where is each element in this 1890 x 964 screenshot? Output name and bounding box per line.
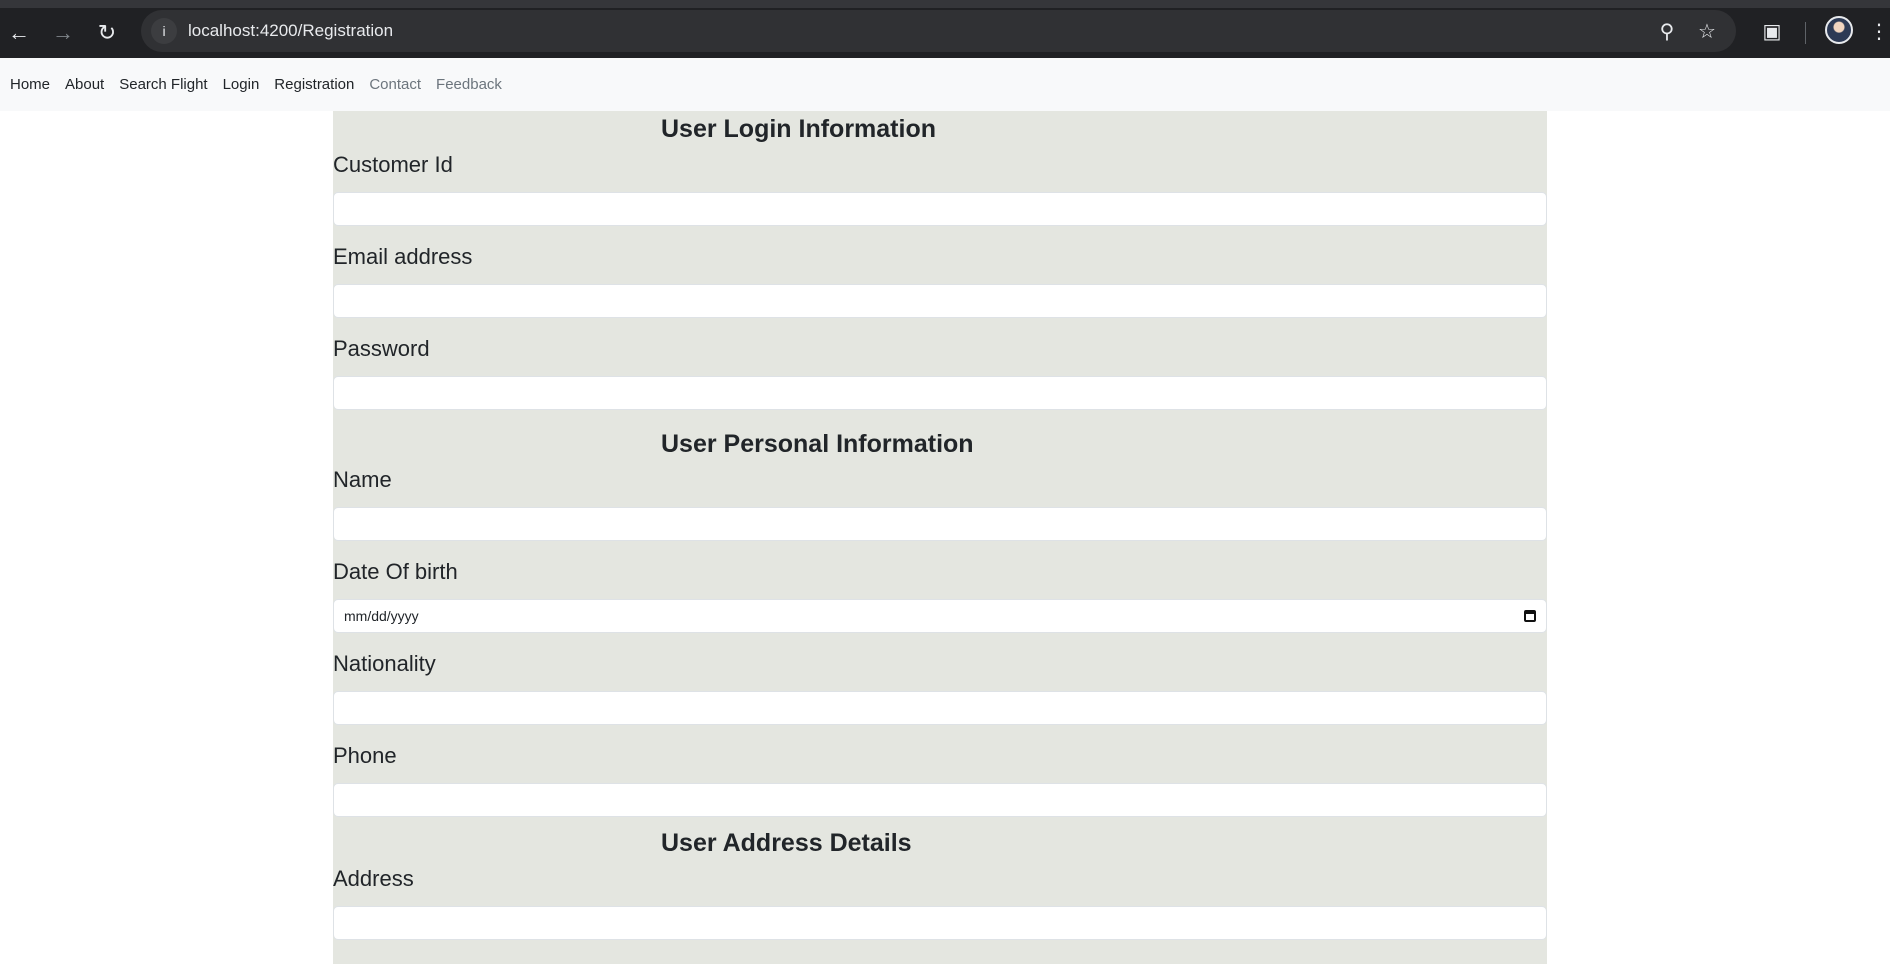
site-info-icon[interactable]: i <box>151 18 177 44</box>
password-input[interactable] <box>333 376 1547 410</box>
nav-link-about[interactable]: About <box>65 76 104 93</box>
email-input[interactable] <box>333 284 1547 318</box>
nav-link-login[interactable]: Login <box>223 76 260 93</box>
browser-toolbar: ← → ↻ i localhost:4200/Registration ⚲ ☆ … <box>0 0 1890 58</box>
dob-placeholder: mm/dd/yyyy <box>344 608 419 624</box>
customer-id-label: Customer Id <box>333 152 453 177</box>
nav-link-feedback[interactable]: Feedback <box>436 76 502 93</box>
nav-link-home[interactable]: Home <box>10 76 50 93</box>
name-input[interactable] <box>333 507 1547 541</box>
calendar-icon[interactable] <box>1524 610 1536 622</box>
app-navbar: Home About Search Flight Login Registrat… <box>0 58 1890 111</box>
name-label: Name <box>333 467 392 492</box>
forward-arrow-icon[interactable]: → <box>46 16 80 50</box>
address-input[interactable] <box>333 906 1547 940</box>
dob-label: Date Of birth <box>333 559 458 584</box>
login-section-title: User Login Information <box>661 115 936 143</box>
address-section-title: User Address Details <box>661 829 912 857</box>
bookmark-star-icon[interactable]: ☆ <box>1694 18 1720 44</box>
dob-input[interactable]: mm/dd/yyyy <box>333 599 1547 633</box>
nationality-label: Nationality <box>333 651 436 676</box>
nationality-input[interactable] <box>333 691 1547 725</box>
email-label: Email address <box>333 244 473 269</box>
phone-input[interactable] <box>333 783 1547 817</box>
back-arrow-icon[interactable]: ← <box>2 16 36 50</box>
registration-form: User Login Information Customer Id Email… <box>333 111 1547 964</box>
menu-icon[interactable]: ⋮ <box>1869 16 1889 46</box>
nav-link-registration[interactable]: Registration <box>274 76 354 93</box>
toolbar-divider <box>1805 22 1806 44</box>
zoom-icon[interactable]: ⚲ <box>1654 18 1680 44</box>
customer-id-input[interactable] <box>333 192 1547 226</box>
phone-label: Phone <box>333 743 397 768</box>
reload-icon[interactable]: ↻ <box>90 16 124 50</box>
nav-link-search-flight[interactable]: Search Flight <box>119 76 207 93</box>
profile-avatar[interactable] <box>1825 16 1853 44</box>
personal-section-title: User Personal Information <box>661 430 974 458</box>
extensions-icon[interactable]: ▣ <box>1757 16 1787 46</box>
url-text[interactable]: localhost:4200/Registration <box>188 21 393 41</box>
address-bar[interactable]: i localhost:4200/Registration ⚲ ☆ <box>141 10 1736 52</box>
nav-link-contact[interactable]: Contact <box>369 76 421 93</box>
password-label: Password <box>333 336 430 361</box>
address-label: Address <box>333 866 414 891</box>
